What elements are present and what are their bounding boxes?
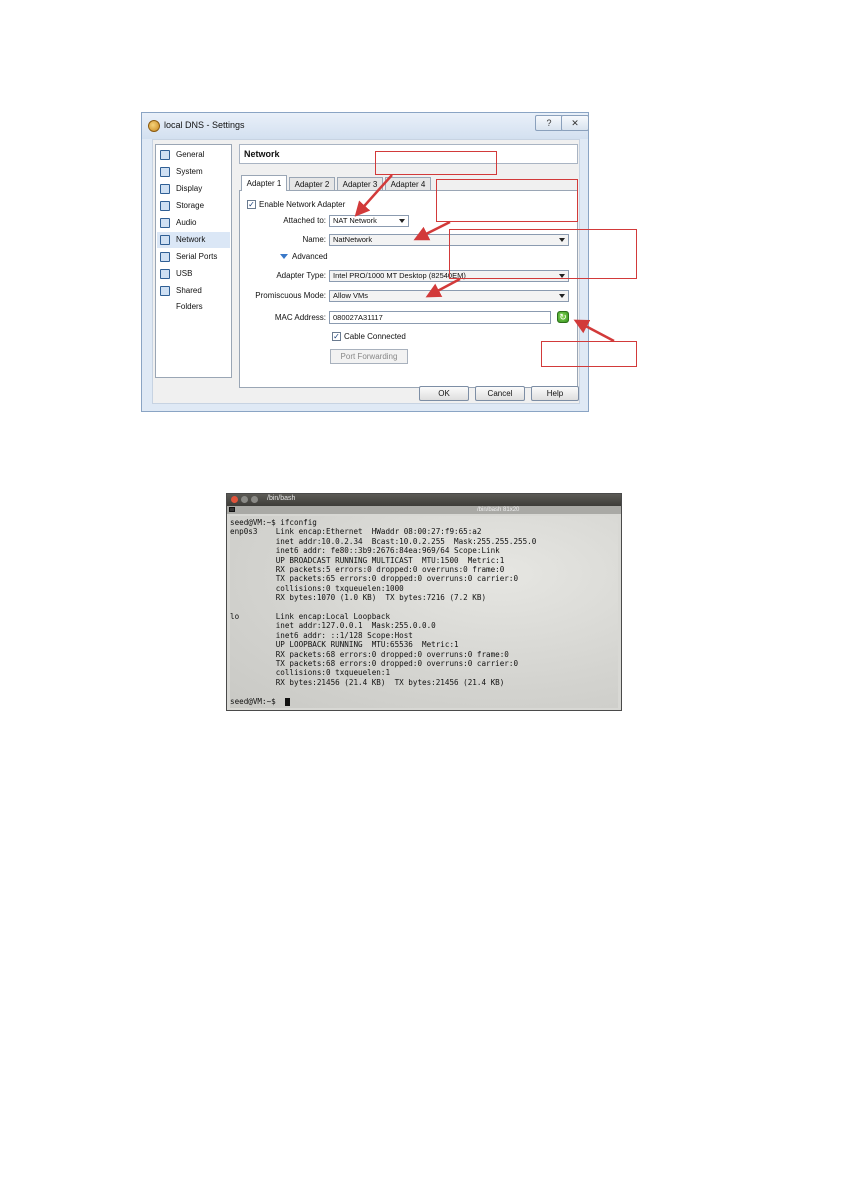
- annotation-arrow: [413, 220, 451, 241]
- terminal-titlebar[interactable]: /bin/bash: [227, 494, 621, 506]
- terminal-tab-bar: /bin/bash 81x20: [227, 506, 621, 514]
- minimize-icon[interactable]: [241, 496, 248, 503]
- terminal-tab-icon[interactable]: [229, 507, 235, 512]
- terminal-window: /bin/bash /bin/bash 81x20 seed@VM:~$ ifc…: [226, 493, 622, 711]
- annotation-arrow: [573, 319, 615, 343]
- terminal-tab-title[interactable]: /bin/bash 81x20: [477, 506, 519, 514]
- annotation-arrow: [425, 277, 461, 298]
- annotation-arrow: [354, 174, 393, 217]
- tab-adapter-1[interactable]: Adapter 1: [241, 175, 287, 191]
- terminal-line: RX bytes:21456 (21.4 KB) TX bytes:21456 …: [230, 677, 505, 687]
- terminal-title: /bin/bash: [267, 495, 296, 502]
- terminal-output[interactable]: seed@VM:~$ ifconfig enp0s3 Link encap:Et…: [230, 516, 618, 708]
- terminal-line: RX bytes:1070 (1.0 KB) TX bytes:7216 (7.…: [230, 593, 487, 603]
- terminal-prompt: seed@VM:~$: [230, 696, 281, 706]
- maximize-icon[interactable]: [251, 496, 258, 503]
- close-icon[interactable]: [231, 496, 238, 503]
- terminal-cursor: [285, 698, 290, 706]
